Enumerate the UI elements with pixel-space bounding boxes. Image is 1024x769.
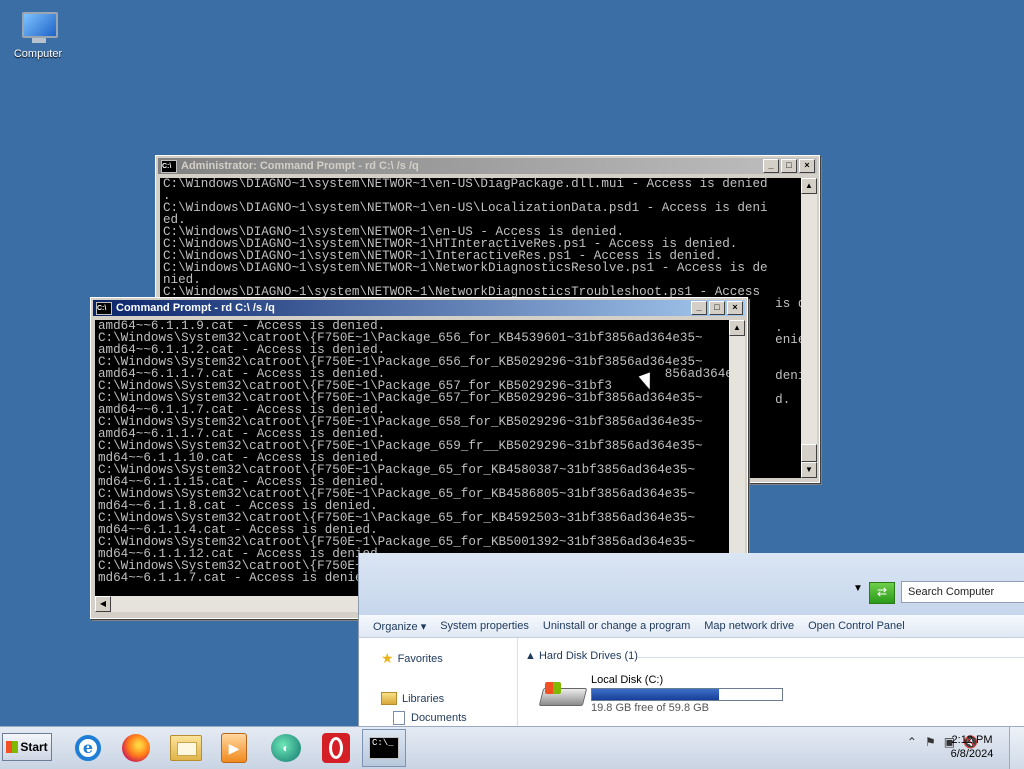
command-prompt-icon: C:\_ <box>369 737 399 759</box>
chat-app-icon: ◐ <box>271 734 301 762</box>
show-hidden-icons-icon[interactable]: ⌃ <box>907 735 917 749</box>
console-text: amd64~~6.1.1.9.cat - Access is denied. C… <box>98 320 729 585</box>
desktop-computer-icon[interactable]: Computer <box>8 8 68 60</box>
opera-icon <box>322 733 350 763</box>
taskbar-media-player[interactable]: ▶ <box>212 729 256 767</box>
console-icon: C:\ <box>96 301 112 315</box>
clock-date: 6/8/2024 <box>950 748 994 760</box>
taskbar-chat-app[interactable]: ◐ <box>264 729 308 767</box>
drive-usage-fill <box>592 689 720 700</box>
action-center-flag-icon[interactable]: ⚑ <box>925 735 936 749</box>
hard-drive-icon[interactable] <box>538 682 588 708</box>
computer-explorer-window[interactable]: ▼ ⇄ Search Computer Organize ▾ System pr… <box>358 553 1024 726</box>
title-bar[interactable]: C:\ Administrator: Command Prompt - rd C… <box>158 158 817 174</box>
address-dropdown-icon[interactable]: ▼ <box>853 583 863 594</box>
explorer-address-area: ▼ ⇄ Search Computer <box>359 553 1024 615</box>
computer-icon <box>18 10 58 44</box>
scroll-down-button[interactable]: ▼ <box>801 462 817 478</box>
vertical-scrollbar[interactable]: ▲ ▼ <box>801 178 817 478</box>
uninstall-program-button[interactable]: Uninstall or change a program <box>543 620 690 632</box>
organize-button[interactable]: Organize ▾ <box>373 620 426 633</box>
system-properties-button[interactable]: System properties <box>440 620 529 632</box>
clock-time: 2:12 PM <box>951 734 993 746</box>
library-icon <box>381 692 397 705</box>
taskbar-firefox[interactable] <box>114 729 158 767</box>
go-button[interactable]: ⇄ <box>869 582 895 604</box>
file-explorer-icon <box>170 735 202 761</box>
open-control-panel-button[interactable]: Open Control Panel <box>808 620 905 632</box>
drive-name[interactable]: Local Disk (C:) <box>591 674 663 686</box>
taskbar-file-explorer[interactable] <box>164 729 208 767</box>
taskbar: Start e ▶ ◐ C:\_ ⌃ ⚑ ▣ 🔇 2:12 PM 6/8/202… <box>0 726 1024 769</box>
internet-explorer-icon: e <box>75 735 101 761</box>
drive-free-space: 19.8 GB free of 59.8 GB <box>591 702 710 714</box>
content-pane: ▲ Hard Disk Drives (1) Local Disk (C:) 1… <box>519 638 1024 726</box>
map-network-drive-button[interactable]: Map network drive <box>704 620 794 632</box>
maximize-button[interactable]: □ <box>709 301 725 315</box>
scroll-up-button[interactable]: ▲ <box>729 320 745 336</box>
close-button[interactable]: × <box>727 301 743 315</box>
search-input[interactable]: Search Computer <box>901 581 1024 603</box>
windows-flag-icon <box>6 741 19 753</box>
taskbar-command-prompt[interactable]: C:\_ <box>362 729 406 767</box>
scroll-thumb[interactable] <box>801 444 817 462</box>
maximize-button[interactable]: □ <box>781 159 797 173</box>
command-bar: Organize ▾ System properties Uninstall o… <box>359 615 1024 638</box>
nav-item-libraries[interactable]: Libraries <box>381 692 444 705</box>
scroll-up-button[interactable]: ▲ <box>801 178 817 194</box>
desktop-icon-label: Computer <box>13 48 63 60</box>
scroll-left-button[interactable]: ◀ <box>95 596 111 612</box>
divider <box>637 657 1024 658</box>
close-button[interactable]: × <box>799 159 815 173</box>
clock[interactable]: 2:12 PM 6/8/2024 <box>940 733 1004 761</box>
minimize-button[interactable]: _ <box>763 159 779 173</box>
media-player-icon: ▶ <box>221 733 247 763</box>
title-bar[interactable]: C:\ Command Prompt - rd C:\ /s /q _ □ × <box>93 300 745 316</box>
nav-item-documents[interactable]: Documents <box>393 711 467 725</box>
minimize-button[interactable]: _ <box>691 301 707 315</box>
start-button[interactable]: Start <box>2 733 52 761</box>
firefox-icon <box>122 734 150 762</box>
window-title: Command Prompt - rd C:\ /s /q <box>116 302 275 314</box>
window-title: Administrator: Command Prompt - rd C:\ /… <box>181 160 419 172</box>
taskbar-internet-explorer[interactable]: e <box>66 729 110 767</box>
document-icon <box>393 711 405 725</box>
star-icon: ★ <box>381 650 394 666</box>
nav-item-favorites[interactable]: ★ Favorites <box>381 650 443 667</box>
group-header[interactable]: ▲ Hard Disk Drives (1) <box>525 650 638 662</box>
drive-usage-bar <box>591 688 783 701</box>
taskbar-opera[interactable] <box>314 729 358 767</box>
show-desktop-button[interactable] <box>1009 727 1024 769</box>
console-icon: C:\ <box>161 159 177 173</box>
navigation-pane: ★ Favorites Libraries Documents <box>359 638 518 726</box>
